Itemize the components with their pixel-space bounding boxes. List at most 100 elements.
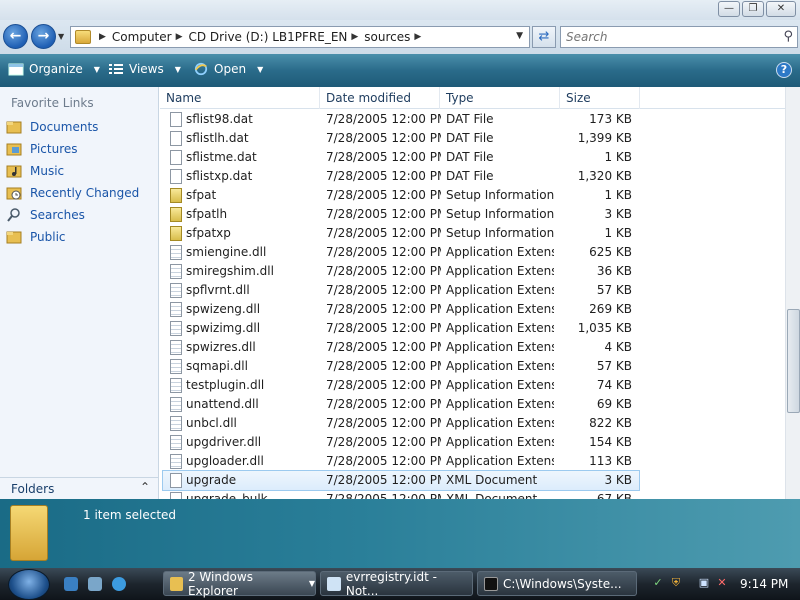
table-row[interactable]: upgdriver.dll 7/28/2005 12:00 PM Applicati… (160, 433, 785, 452)
file-name: upgdriver.dll (186, 435, 262, 449)
chevron-right-icon[interactable]: ▶ (351, 32, 358, 42)
clock[interactable]: 9:14 PM (740, 577, 788, 591)
back-button[interactable]: ← (3, 24, 28, 49)
ie-icon[interactable] (112, 577, 126, 591)
table-row[interactable]: spwizimg.dll 7/28/2005 12:00 PM Applicatio… (160, 319, 785, 338)
table-row[interactable]: sfpat 7/28/2005 12:00 PM Setup Information… (160, 186, 785, 205)
nav-item-music[interactable]: Music (6, 163, 64, 179)
file-date: 7/28/2005 12:00 PM (326, 492, 441, 499)
table-row[interactable]: upgrade_bulk 7/28/2005 12:00 PM XML Docume… (160, 490, 785, 499)
file-list: Name Date modified Type Size sflist98.da… (160, 87, 785, 499)
views-button[interactable]: Views ▼ (108, 62, 181, 76)
file-name: unattend.dll (186, 397, 259, 411)
table-row[interactable]: upgrade 7/28/2005 12:00 PM XML Document 3 K… (162, 470, 640, 491)
file-type: DAT File (446, 150, 494, 164)
address-dropdown-button[interactable]: ▼ (516, 31, 523, 41)
nav-item-searches[interactable]: Searches (6, 207, 85, 223)
file-type: Application Extens... (446, 454, 554, 468)
file-type: Application Extens... (446, 321, 554, 335)
address-bar[interactable]: ▶ Computer ▶ CD Drive (D:) LB1PFRE_EN ▶ … (70, 26, 530, 48)
organize-button[interactable]: Organize ▼ (8, 62, 100, 76)
taskbar-windows-explorer[interactable]: 2 Windows Explorer ▼ (163, 570, 316, 598)
table-row[interactable]: sflistlh.dat 7/28/2005 12:00 PM DAT File 1,… (160, 129, 785, 148)
column-header-name[interactable]: Name (160, 87, 320, 109)
nav-item-pictures[interactable]: Pictures (6, 141, 78, 157)
column-header-size[interactable]: Size (560, 87, 640, 109)
nav-item-label: Documents (30, 120, 99, 134)
maximize-button[interactable]: ❐ (742, 1, 764, 17)
minimize-button[interactable]: — (718, 1, 740, 17)
chevron-up-icon[interactable]: ⌃ (140, 480, 150, 494)
start-button[interactable] (8, 569, 50, 600)
dll-file-icon (170, 321, 182, 336)
nav-item-recently-changed[interactable]: Recently Changed (6, 185, 139, 201)
column-header-date[interactable]: Date modified (320, 87, 440, 109)
table-row[interactable]: smiregshim.dll 7/28/2005 12:00 PM Applicat… (160, 262, 785, 281)
table-row[interactable]: sflist98.dat 7/28/2005 12:00 PM DAT File 17… (160, 110, 785, 129)
file-type: Setup Information (446, 207, 554, 221)
table-row[interactable]: sflistxp.dat 7/28/2005 12:00 PM DAT File 1,… (160, 167, 785, 186)
chevron-right-icon[interactable]: ▶ (99, 32, 106, 42)
folders-label: Folders (11, 482, 55, 496)
folders-toggle[interactable]: Folders ⌃ (0, 477, 159, 499)
explorer-icon (170, 576, 183, 591)
table-row[interactable]: sfpatxp 7/28/2005 12:00 PM Setup Informati… (160, 224, 785, 243)
table-row[interactable]: unbcl.dll 7/28/2005 12:00 PM Application E… (160, 414, 785, 433)
vertical-scrollbar[interactable] (785, 87, 800, 499)
file-date: 7/28/2005 12:00 PM (326, 473, 441, 487)
chevron-right-icon[interactable]: ▶ (414, 32, 421, 42)
refresh-button[interactable]: ⇄ (532, 26, 556, 48)
xml-file-icon (170, 492, 182, 499)
taskbar-notepad[interactable]: evrregistry.idt - Not... (320, 570, 473, 598)
table-row[interactable]: spflvrnt.dll 7/28/2005 12:00 PM Applicatio… (160, 281, 785, 300)
nav-item-public[interactable]: Public (6, 229, 66, 245)
display-icon[interactable]: ▣ (698, 577, 710, 589)
task-label: C:\Windows\Syste... (503, 576, 622, 591)
file-type: Application Extens... (446, 416, 554, 430)
network-icon[interactable]: ✓ (652, 577, 664, 589)
nav-item-documents[interactable]: Documents (6, 119, 98, 135)
table-row[interactable]: testplugin.dll 7/28/2005 12:00 PM Applicat… (160, 376, 785, 395)
table-row[interactable]: upgloader.dll 7/28/2005 12:00 PM Applicati… (160, 452, 785, 471)
recent-pages-dropdown[interactable]: ▼ (58, 32, 64, 41)
file-date: 7/28/2005 12:00 PM (326, 150, 441, 164)
setup-file-icon (170, 207, 182, 222)
security-shield-icon[interactable]: ⛨ (670, 577, 682, 589)
file-date: 7/28/2005 12:00 PM (326, 340, 441, 354)
table-row[interactable]: sflistme.dat 7/28/2005 12:00 PM DAT File 1 … (160, 148, 785, 167)
breadcrumb-computer[interactable]: Computer (112, 30, 172, 44)
table-row[interactable]: smiengine.dll 7/28/2005 12:00 PM Applicati… (160, 243, 785, 262)
breadcrumb-cd-drive[interactable]: CD Drive (D:) LB1PFRE_EN (189, 30, 348, 44)
selection-status: 1 item selected (83, 508, 177, 522)
forward-button[interactable]: → (31, 24, 56, 49)
help-icon[interactable]: ? (776, 62, 792, 78)
dll-file-icon (170, 416, 182, 431)
search-icon[interactable]: ⚲ (783, 29, 793, 44)
show-desktop-icon[interactable] (64, 577, 78, 591)
switch-windows-icon[interactable] (88, 577, 102, 591)
open-button[interactable]: Open ▼ (193, 62, 263, 76)
close-button[interactable]: ✕ (766, 1, 796, 17)
file-icon (170, 169, 182, 184)
breadcrumb-sources[interactable]: sources (364, 30, 410, 44)
scrollbar-thumb[interactable] (787, 309, 800, 413)
table-row[interactable]: spwizeng.dll 7/28/2005 12:00 PM Applicatio… (160, 300, 785, 319)
table-row[interactable]: sqmapi.dll 7/28/2005 12:00 PM Application … (160, 357, 785, 376)
table-row[interactable]: spwizres.dll 7/28/2005 12:00 PM Applicatio… (160, 338, 785, 357)
chevron-down-icon: ▼ (308, 579, 315, 588)
file-name: spflvrnt.dll (186, 283, 250, 297)
volume-muted-icon[interactable]: ✕ (716, 577, 728, 589)
setup-file-icon (170, 226, 182, 241)
file-size: 3 KB (604, 473, 632, 487)
file-name: spwizres.dll (186, 340, 256, 354)
column-header-type[interactable]: Type (440, 87, 560, 109)
taskbar-command-prompt[interactable]: C:\Windows\Syste... (477, 571, 637, 596)
table-row[interactable]: unattend.dll 7/28/2005 12:00 PM Applicatio… (160, 395, 785, 414)
file-type: XML Document (446, 492, 538, 499)
chevron-right-icon[interactable]: ▶ (176, 32, 183, 42)
file-name: upgrade (186, 473, 237, 487)
file-type: DAT File (446, 169, 494, 183)
search-input[interactable] (566, 27, 766, 47)
table-row[interactable]: sfpatlh 7/28/2005 12:00 PM Setup Informati… (160, 205, 785, 224)
taskbar: 2 Windows Explorer ▼ evrregistry.idt - N… (0, 568, 800, 600)
